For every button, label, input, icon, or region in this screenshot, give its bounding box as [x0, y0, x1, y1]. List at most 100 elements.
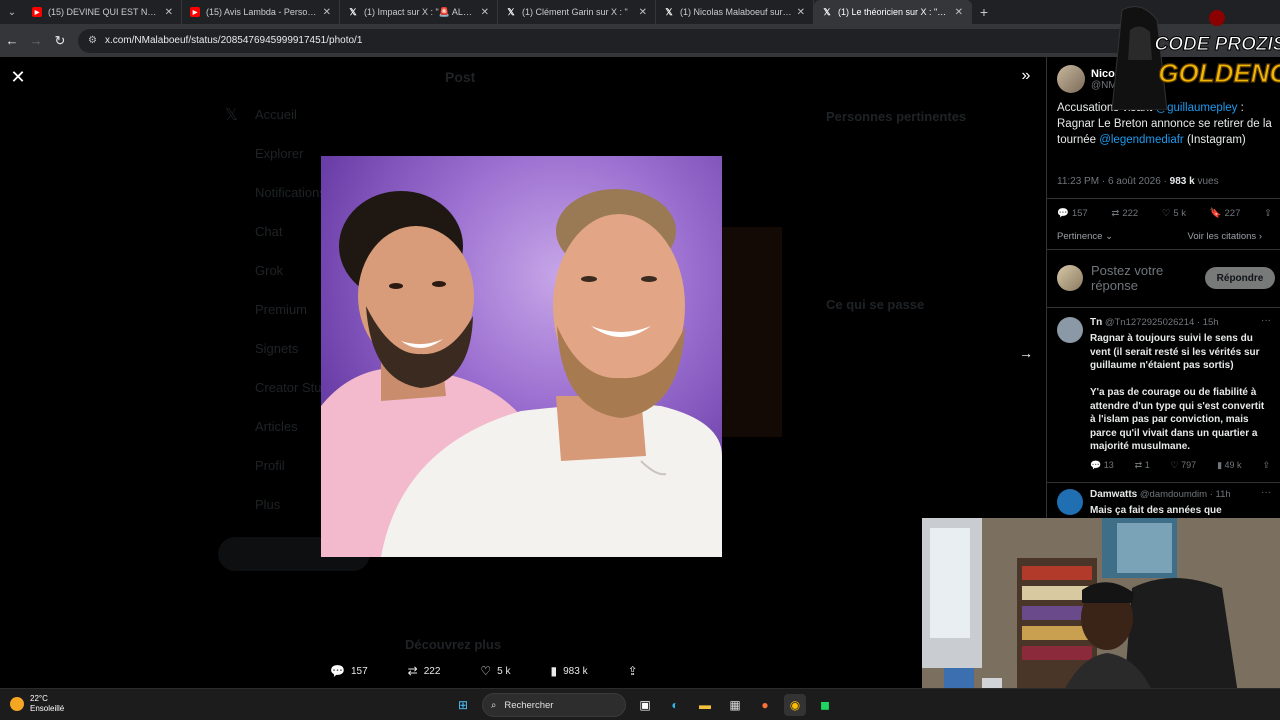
avatar[interactable] [1057, 317, 1083, 343]
reply-author-handle[interactable]: @damdoumdim · 11h [1140, 489, 1231, 500]
browser-tab[interactable]: 𝕏 (1) Nicolas Malaboeuf sur X : " ✕ [656, 0, 814, 24]
more-options-icon[interactable]: ··· [1261, 315, 1271, 326]
task-view-icon[interactable]: ▣ [634, 694, 656, 716]
tab-close-icon[interactable]: ✕ [481, 7, 489, 18]
browser-tab[interactable]: 𝕏 (1) Clément Garin sur X : " ✕ [498, 0, 656, 24]
post-author[interactable]: Nico @NM [1057, 65, 1117, 93]
ghost-nav: Accueil [255, 107, 297, 122]
close-icon[interactable]: ✕ [8, 67, 28, 87]
share-action[interactable]: ⇪ [628, 664, 638, 678]
browser-tab[interactable]: 𝕏 (1) Impact sur X : "🚨 ALERTE ✕ [340, 0, 498, 24]
weather-widget[interactable]: 22°C Ensoleillé [10, 694, 64, 714]
forward-arrow-icon[interactable]: → [24, 29, 48, 53]
reply-author-name[interactable]: Tn [1090, 317, 1102, 328]
firefox-icon[interactable]: ● [754, 694, 776, 716]
weather-condition: Ensoleillé [30, 704, 65, 713]
ghost-heading: Personnes pertinentes [826, 109, 967, 124]
windows-start-icon[interactable]: ⊞ [452, 694, 474, 716]
mention-link[interactable]: @legendmediafr [1099, 134, 1184, 146]
tab-close-icon[interactable]: ✕ [165, 7, 173, 18]
sort-dropdown[interactable]: Pertinence ⌄ [1057, 231, 1113, 242]
reply-button[interactable]: Répondre [1205, 267, 1275, 289]
reply-author-name[interactable]: Damwatts [1090, 489, 1137, 500]
reply-text: Ragnar à toujours suivi le sens du vent … [1090, 333, 1265, 452]
reply-author-handle[interactable]: @Tn1272925026214 · 15h [1105, 317, 1219, 328]
avatar[interactable] [1057, 489, 1083, 515]
like-stat[interactable]: ♡ 797 [1171, 460, 1197, 471]
repost-icon: ⇄ [1134, 460, 1143, 470]
ghost-nav: Premium [255, 302, 308, 317]
repost-action[interactable]: ⇄ 222 [408, 664, 441, 678]
like-action[interactable]: ♡ 5 k [480, 664, 510, 678]
heart-icon: ♡ [480, 664, 492, 678]
url-text: x.com/NMalaboeuf/status/2085476945999917… [104, 35, 363, 46]
reply-bubble-icon: 💬 [1057, 208, 1069, 219]
views-stat[interactable]: ▮ 49 k [1217, 460, 1241, 471]
more-options-icon[interactable]: ··· [1261, 487, 1271, 498]
ghost-nav: Articles [255, 419, 298, 434]
reply-action[interactable]: 💬 157 [330, 664, 368, 678]
tab-title: (1) Le théoricien sur X : "Jpleure [838, 7, 951, 17]
views-action[interactable]: ▮ 983 k [551, 664, 588, 678]
reload-icon[interactable]: ↻ [48, 29, 72, 53]
ghost-nav: Grok [255, 263, 284, 278]
reply-item[interactable]: Tn @Tn1272925026214 · 15h ··· Ragnar à t… [1057, 315, 1277, 477]
share-button[interactable]: ⇪ [1264, 208, 1272, 219]
ghost-heading: Ce qui se passe [826, 297, 925, 312]
collapse-panel-icon[interactable]: » [1016, 67, 1036, 87]
bookmark-stat[interactable]: 🔖 227 [1210, 208, 1241, 219]
tab-close-icon[interactable]: ✕ [955, 7, 963, 18]
browser-tab-active[interactable]: 𝕏 (1) Le théoricien sur X : "Jpleure ✕ [814, 0, 972, 24]
share-upload-icon[interactable]: ⇪ [1262, 460, 1270, 471]
reply-input[interactable]: Postez votre réponse [1091, 263, 1191, 293]
store-icon[interactable]: ▦ [724, 694, 746, 716]
ghost-heading: Découvrez plus [405, 637, 502, 652]
next-photo-arrow-icon[interactable]: → [1016, 345, 1036, 365]
reply-stat[interactable]: 💬 157 [1057, 208, 1088, 219]
post-time[interactable]: 11:23 PM · 6 août 2026 · [1057, 176, 1170, 187]
tab-title: (1) Impact sur X : "🚨 ALERTE [364, 6, 477, 17]
tab-close-icon[interactable]: ✕ [639, 7, 647, 18]
heart-icon: ♡ [1161, 208, 1171, 219]
sort-label: Pertinence [1057, 231, 1103, 242]
repost-icon: ⇄ [1111, 208, 1120, 219]
sponsor-logo-overlay: CODE PROZIS GOLDENG [1111, 0, 1280, 111]
reply-text: Mais ça fait des années que [1090, 505, 1222, 516]
ghost-nav: Profil [255, 458, 285, 473]
repost-count: 1 [1144, 460, 1150, 470]
new-tab-button[interactable]: + [972, 4, 996, 20]
heart-icon: ♡ [1170, 460, 1179, 470]
back-arrow-icon[interactable]: ← [0, 29, 24, 53]
ghost-nav: Chat [255, 224, 283, 239]
like-count: 797 [1181, 460, 1197, 470]
app-icon[interactable]: ◼ [814, 694, 836, 716]
share-upload-icon: ⇪ [627, 664, 638, 678]
tab-close-icon[interactable]: ✕ [797, 7, 805, 18]
chrome-icon[interactable]: ◉ [784, 694, 806, 716]
browser-tab[interactable]: ▶ (15) Avis Lambda - Persona 5 R ✕ [182, 0, 340, 24]
like-stat[interactable]: ♡ 5 k [1162, 208, 1186, 219]
reply-count: 157 [350, 665, 368, 677]
tab-search-chevron-icon[interactable]: ⌄ [0, 0, 24, 24]
repost-stat[interactable]: ⇄ 1 [1135, 460, 1150, 471]
avatar[interactable] [1057, 65, 1085, 93]
logo-line-1: CODE PROZIS [1155, 34, 1280, 55]
repost-count: 222 [1122, 208, 1139, 219]
view-count: 983 k [563, 665, 588, 677]
tab-close-icon[interactable]: ✕ [323, 7, 331, 18]
reply-stat[interactable]: 💬 13 [1090, 460, 1114, 471]
post-photo[interactable] [321, 156, 722, 557]
edge-browser-icon[interactable]: ◐ [664, 694, 686, 716]
view-quotes-link[interactable]: Voir les citations › [1188, 231, 1262, 242]
x-logo-icon: 𝕏 [349, 6, 357, 17]
taskbar-search[interactable]: ⌕ Rechercher [482, 693, 626, 717]
browser-tab[interactable]: ▶ (15) DEVINE QUI EST NATTY ? ✕ [24, 0, 182, 24]
logo-line-2: GOLDENG [1158, 58, 1280, 88]
x-logo-icon: 𝕏 [665, 6, 673, 17]
url-input[interactable]: ⚙ x.com/NMalaboeuf/status/20854769459999… [78, 28, 1158, 53]
file-explorer-icon[interactable]: ▬ [694, 694, 716, 716]
site-info-icon[interactable]: ⚙ [88, 35, 97, 46]
repost-stat[interactable]: ⇄ 222 [1111, 208, 1138, 219]
post-text-part: (Instagram) [1183, 134, 1246, 146]
view-count: 49 k [1224, 460, 1242, 470]
